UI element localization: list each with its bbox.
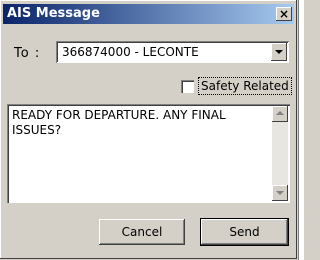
- send-button-label: Send: [229, 225, 260, 239]
- cancel-button[interactable]: Cancel: [99, 219, 185, 245]
- message-text: READY FOR DEPARTURE. ANY FINAL ISSUES?: [12, 108, 230, 137]
- safety-related-label[interactable]: Safety Related: [198, 77, 292, 95]
- message-textarea[interactable]: READY FOR DEPARTURE. ANY FINAL ISSUES?: [7, 104, 290, 203]
- message-scrollbar[interactable]: [272, 106, 288, 201]
- safety-related-checkbox[interactable]: [181, 80, 194, 93]
- chevron-down-icon[interactable]: [271, 43, 287, 61]
- cancel-button-label: Cancel: [121, 225, 163, 239]
- scroll-down-icon[interactable]: [272, 185, 288, 201]
- scroll-up-icon[interactable]: [272, 106, 288, 122]
- ais-message-dialog: AIS Message × To : 366874000 - LECONTE S…: [0, 0, 297, 259]
- recipient-selected-value: 366874000 - LECONTE: [62, 45, 199, 59]
- send-button[interactable]: Send: [201, 219, 288, 245]
- window-title: AIS Message: [7, 6, 100, 21]
- title-bar[interactable]: AIS Message ×: [3, 4, 294, 24]
- close-icon: ×: [278, 7, 290, 21]
- recipient-dropdown[interactable]: 366874000 - LECONTE: [56, 41, 289, 63]
- to-label: To :: [14, 46, 41, 61]
- close-button[interactable]: ×: [276, 7, 292, 21]
- background-window-edge: [298, 0, 304, 260]
